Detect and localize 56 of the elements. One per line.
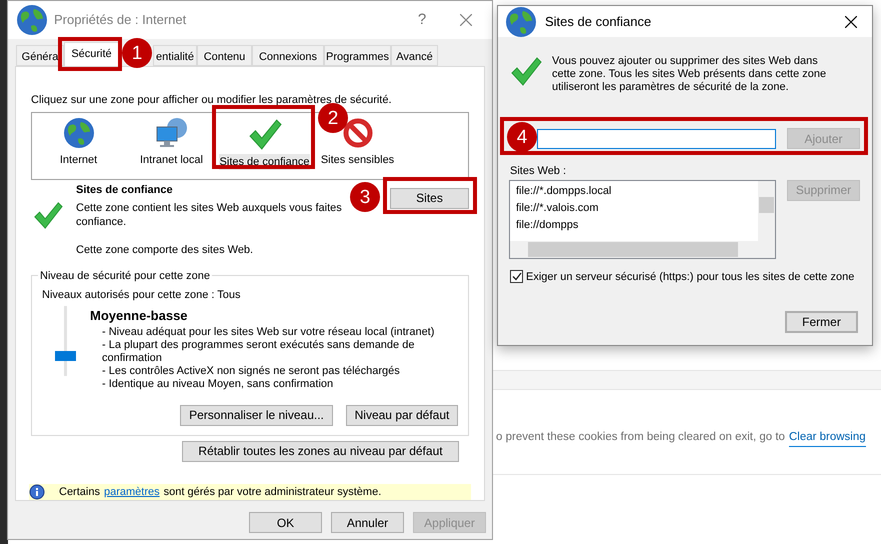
zone-note: Cette zone comporte des sites Web. xyxy=(76,243,254,258)
help-button[interactable]: ? xyxy=(402,8,442,32)
custom-level-button[interactable]: Personnaliser le niveau... xyxy=(180,404,333,426)
dialog-description: Vous pouvez ajouter ou supprimer des sites Web dans cette zone. Tous les sites Web présents dans cette zone utiliseront les paramètres de sécurité de la zone. xyxy=(552,55,828,94)
level-name: Moyenne-basse xyxy=(90,307,189,326)
horizontal-scrollbar[interactable] xyxy=(510,240,775,258)
allowed-levels-text: Niveaux autorisés pour cette zone : Tous xyxy=(42,288,242,303)
zone-item[interactable]: Sites sensibles xyxy=(320,152,396,168)
level-description: - La plupart des programmes seront exécutés sans demande de confirmation xyxy=(101,338,416,365)
reset-zones-button[interactable]: Rétablir toutes les zones au niveau par défaut xyxy=(182,440,459,462)
clear-browsing-link[interactable]: Clear browsing xyxy=(788,429,866,448)
tab[interactable]: Généra xyxy=(16,45,64,66)
close-button[interactable]: Fermer xyxy=(785,311,858,333)
site-entry[interactable]: file://dompps xyxy=(516,216,758,234)
site-entry[interactable]: file://*.valois.com xyxy=(516,200,758,216)
highlight-frame xyxy=(58,37,122,71)
vertical-scrollbar[interactable] xyxy=(758,180,775,240)
list-label: Sites Web : xyxy=(510,164,568,179)
info-text: Certains xyxy=(59,484,100,500)
monitor-globe-icon xyxy=(154,116,188,149)
settings-link[interactable]: paramètres xyxy=(104,484,160,500)
sites-button[interactable]: Sites xyxy=(390,188,469,209)
window-title: Sites de confiance xyxy=(545,12,652,31)
tab[interactable]: Avancé xyxy=(391,45,438,66)
checkmark-icon xyxy=(510,55,542,87)
tab[interactable]: Connexions xyxy=(252,45,324,66)
tab[interactable]: Contenu xyxy=(197,45,252,66)
checkmark-icon xyxy=(248,116,282,151)
close-icon[interactable] xyxy=(845,16,857,28)
tab[interactable]: Sécurité xyxy=(64,42,119,66)
default-level-button[interactable]: Niveau par défaut xyxy=(346,404,458,426)
site-entry[interactable]: file://*.dompps.local xyxy=(516,182,758,200)
website-input[interactable] xyxy=(537,128,776,148)
group-legend: Niveau de sécurité pour cette zone xyxy=(38,268,212,284)
prohibited-icon xyxy=(342,116,374,149)
globe-icon xyxy=(62,116,94,149)
level-description: - Niveau adéquat pour les sites Web sur votre réseau local (intranet) xyxy=(101,326,436,339)
zone-item[interactable]: Internet xyxy=(58,152,98,168)
dialog-button[interactable]: OK xyxy=(249,512,322,533)
globe-icon xyxy=(505,6,537,38)
window-title: Propriétés de : Internet xyxy=(54,11,188,30)
info-text: sont gérés par votre administrateur système. xyxy=(164,484,382,500)
level-description: - Identique au niveau Moyen, sans confirmation xyxy=(101,378,334,391)
checkbox[interactable] xyxy=(510,270,523,284)
level-description: - Les contrôles ActiveX non signés ne seront pas téléchargés xyxy=(101,364,401,378)
globe-icon xyxy=(16,4,48,36)
dialog-button[interactable]: Annuler xyxy=(331,512,404,533)
zone-description: Cette zone contient les sites Web auxquels vous faites confiance. xyxy=(76,201,343,230)
zone-title: Sites de confiance xyxy=(76,182,174,198)
cookie-note: o prevent these cookies from being cleared on exit, go to xyxy=(496,430,785,445)
checkmark-icon xyxy=(33,200,63,230)
tab[interactable]: entialité xyxy=(153,45,197,66)
zone-item[interactable]: Intranet local xyxy=(139,152,204,168)
check-icon xyxy=(512,272,522,282)
tab[interactable]: Programmes xyxy=(324,45,391,66)
checkbox-label: Exiger un serveur sécurisé (https:) pour tous les sites de cette zone xyxy=(526,270,854,284)
